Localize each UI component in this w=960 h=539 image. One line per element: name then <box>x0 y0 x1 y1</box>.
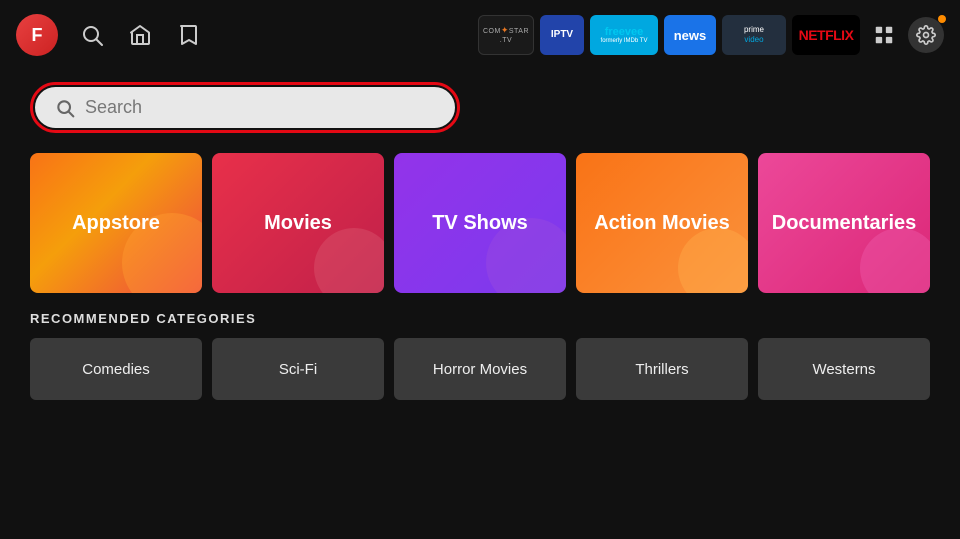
recommended-section: RECOMMENDED CATEGORIES Comedies Sci-Fi H… <box>0 293 960 400</box>
category-tile-comedies[interactable]: Comedies <box>30 338 202 400</box>
app-tile-iptv[interactable]: IPTV <box>540 15 584 55</box>
app-tile-freevee[interactable]: freevee formerly IMDb TV <box>590 15 658 55</box>
search-box-wrapper: Search <box>30 82 460 133</box>
app-tile-prime[interactable]: primevideo <box>722 15 786 55</box>
category-tile-scifi[interactable]: Sci-Fi <box>212 338 384 400</box>
avatar[interactable]: F <box>16 14 58 56</box>
app-tile-netflix[interactable]: NETFLIX <box>792 15 860 55</box>
app-tile-news[interactable]: news <box>664 15 716 55</box>
categories-row: Comedies Sci-Fi Horror Movies Thrillers … <box>30 338 930 400</box>
nav-right: COM✦STAR.TV IPTV freevee formerly IMDb T… <box>478 15 944 55</box>
app-tile-comcast[interactable]: COM✦STAR.TV <box>478 15 534 55</box>
settings-icon[interactable] <box>908 17 944 53</box>
bookmark-icon[interactable] <box>174 21 202 49</box>
category-tile-thrillers[interactable]: Thrillers <box>576 338 748 400</box>
featured-grid: Appstore Movies TV Shows Action Movies D… <box>30 153 930 293</box>
grid-apps-icon[interactable] <box>866 17 902 53</box>
featured-tile-tvshows[interactable]: TV Shows <box>394 153 566 293</box>
recommended-title: RECOMMENDED CATEGORIES <box>30 311 930 326</box>
home-icon[interactable] <box>126 21 154 49</box>
navbar: F COM✦STAR.TV IPTV freevee formerly IMDb… <box>0 0 960 70</box>
search-section: Search <box>0 70 960 149</box>
search-box[interactable]: Search <box>35 87 455 128</box>
category-tile-horror[interactable]: Horror Movies <box>394 338 566 400</box>
search-icon-input <box>55 98 75 118</box>
search-placeholder: Search <box>85 97 142 118</box>
featured-tile-appstore[interactable]: Appstore <box>30 153 202 293</box>
featured-tile-movies[interactable]: Movies <box>212 153 384 293</box>
featured-section: Appstore Movies TV Shows Action Movies D… <box>0 153 960 293</box>
featured-tile-action[interactable]: Action Movies <box>576 153 748 293</box>
nav-left: F <box>16 14 202 56</box>
search-icon[interactable] <box>78 21 106 49</box>
featured-tile-documentaries[interactable]: Documentaries <box>758 153 930 293</box>
category-tile-westerns[interactable]: Westerns <box>758 338 930 400</box>
